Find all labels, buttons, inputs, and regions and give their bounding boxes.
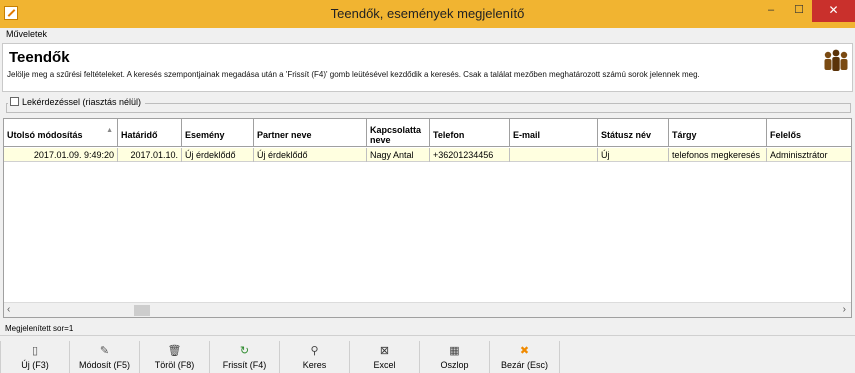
sort-ascending-icon: ▲ (106, 127, 113, 134)
title-bar[interactable]: Teendők, események megjelenítő – ☐ ✕ (0, 0, 855, 28)
cell-event[interactable]: Új érdeklődő (182, 148, 254, 162)
cell-phone[interactable]: +36201234456 (430, 148, 510, 162)
query-checkbox-container[interactable]: Lekérdezéssel (riasztás nélül) (8, 97, 146, 109)
button-label: Frissít (F4) (222, 360, 267, 370)
refresh-icon: ↻ (239, 345, 250, 357)
close-button[interactable]: ✖ Bezár (Esc) (490, 341, 560, 373)
column-header-partner[interactable]: Partner neve (254, 119, 367, 147)
divider (0, 335, 855, 336)
trash-icon: 🗑 (167, 345, 182, 357)
button-label: Bezár (Esc) (500, 360, 548, 370)
edit-icon: ✎ (99, 345, 110, 357)
button-label: Keres (302, 360, 327, 370)
column-header-event[interactable]: Esemény (182, 119, 254, 147)
query-checkbox-label[interactable]: Lekérdezéssel (riasztás nélül) (22, 97, 141, 107)
column-header-email[interactable]: E-mail (510, 119, 598, 147)
cell-subject[interactable]: telefonos megkeresés (669, 148, 767, 162)
close-window-button[interactable]: ✕ (812, 0, 855, 22)
delete-button[interactable]: 🗑 Töröl (F8) (140, 341, 210, 373)
new-document-icon: ▯ (31, 345, 39, 357)
cell-last-modified[interactable]: 2017.01.09. 9:49:20 (4, 148, 118, 162)
table-row[interactable]: 2017.01.09. 9:49:20 2017.01.10. Új érdek… (4, 148, 851, 162)
cell-responsible[interactable]: Adminisztrátor (767, 148, 851, 162)
column-header-responsible[interactable]: Felelős (767, 119, 851, 147)
button-label: Módosít (F5) (78, 360, 130, 370)
page-title: Teendők (9, 49, 70, 66)
scroll-left-icon[interactable]: ‹ (7, 304, 10, 315)
columns-button[interactable]: ▦ Oszlop (420, 341, 490, 373)
scrollbar-thumb[interactable] (134, 305, 150, 316)
search-button[interactable]: ⚲ Keres (280, 341, 350, 373)
cell-deadline[interactable]: 2017.01.10. (118, 148, 182, 162)
search-icon: ⚲ (310, 345, 319, 357)
column-header-last-modified[interactable]: Utolsó módosítás ▲ (4, 119, 118, 147)
minimize-button[interactable]: – (758, 0, 784, 22)
grid-header: Utolsó módosítás ▲ Határidő Esemény Part… (4, 119, 851, 147)
refresh-button[interactable]: ↻ Frissít (F4) (210, 341, 280, 373)
column-header-phone[interactable]: Telefon (430, 119, 510, 147)
cell-partner[interactable]: Új érdeklődő (254, 148, 367, 162)
excel-icon: ⊠ (379, 345, 390, 357)
column-header-deadline[interactable]: Határidő (118, 119, 182, 147)
cell-contact[interactable]: Nagy Antal (367, 148, 430, 162)
excel-button[interactable]: ⊠ Excel (350, 341, 420, 373)
page-description: Jelölje meg a szűrési feltételeket. A ke… (7, 70, 700, 79)
results-grid[interactable]: Utolsó módosítás ▲ Határidő Esemény Part… (3, 118, 852, 318)
new-button[interactable]: ▯ Új (F3) (0, 341, 70, 373)
button-label: Töröl (F8) (154, 360, 195, 370)
header-panel: Teendők Jelölje meg a szűrési feltételek… (2, 43, 853, 92)
column-header-subject[interactable]: Tárgy (669, 119, 767, 147)
columns-icon: ▦ (449, 345, 460, 357)
column-header-status[interactable]: Státusz név (598, 119, 669, 147)
button-label: Új (F3) (21, 360, 49, 370)
menu-item-muveletek[interactable]: Műveletek (6, 29, 47, 39)
maximize-button[interactable]: ☐ (786, 0, 812, 22)
button-label: Oszlop (440, 360, 469, 370)
bottom-toolbar: ▯ Új (F3) ✎ Módosít (F5) 🗑 Töröl (F8) ↻ Frissít… (0, 338, 855, 373)
cell-status[interactable]: Új (598, 148, 669, 162)
window-title: Teendők, események megjelenítő (330, 6, 525, 21)
horizontal-scrollbar[interactable]: ‹ › (4, 302, 851, 317)
query-checkbox[interactable] (10, 97, 19, 106)
button-label: Excel (373, 360, 396, 370)
menu-bar: Műveletek (0, 28, 855, 42)
row-count-status: Megjelenített sor=1 (5, 324, 74, 333)
modify-button[interactable]: ✎ Módosít (F5) (70, 341, 140, 373)
cell-email[interactable] (510, 148, 598, 162)
people-icon (824, 49, 848, 71)
column-header-contact[interactable]: Kapcsolatta neve (367, 119, 430, 147)
scroll-right-icon[interactable]: › (843, 304, 846, 315)
close-icon: ✖ (519, 345, 530, 357)
